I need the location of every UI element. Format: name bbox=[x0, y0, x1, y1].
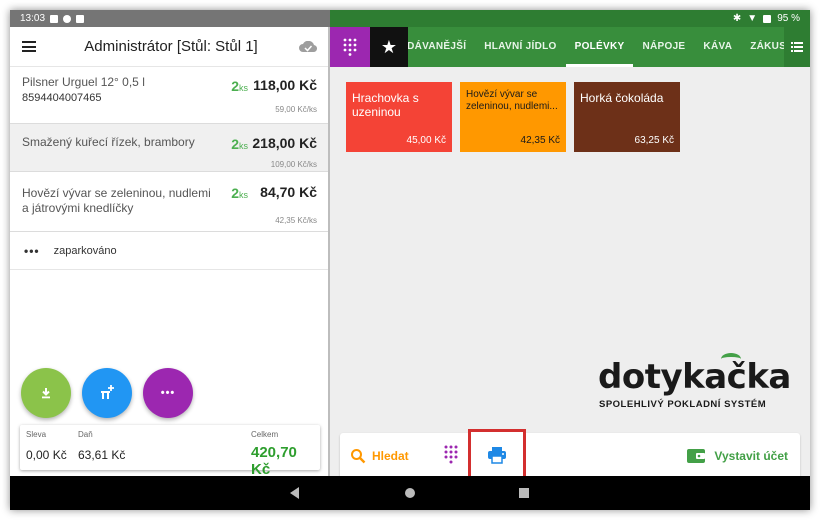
item-price: 118,00 Kč bbox=[253, 77, 317, 93]
status-bar-left: 13:03 bbox=[10, 10, 330, 27]
tab-kava[interactable]: KÁVA bbox=[694, 27, 741, 67]
order-title: Administrátor [Stůl: Stůl 1] bbox=[84, 38, 258, 55]
keypad-icon bbox=[444, 445, 458, 464]
print-button[interactable] bbox=[468, 429, 526, 481]
basket-notification-icon bbox=[76, 14, 85, 23]
brand-tagline: SPOLEHLIVÝ POKLADNÍ SYSTÉM bbox=[599, 399, 767, 410]
product-name: Hovězí vývar se zeleninou, nudlemi... bbox=[466, 89, 558, 112]
cloud-sync-icon[interactable] bbox=[298, 40, 318, 53]
tab-zakusky[interactable]: ZÁKUSKY bbox=[741, 27, 784, 67]
discount-label: Sleva bbox=[26, 430, 47, 439]
product-price: 45,00 Kč bbox=[406, 135, 446, 146]
app-window: 13:03 ✱ ▼ 95 % Administrátor [Stůl: Stůl… bbox=[10, 10, 810, 510]
item-name: Smažený kuřecí řízek, brambory bbox=[22, 135, 195, 149]
status-bar: 13:03 ✱ ▼ 95 % bbox=[10, 10, 810, 27]
item-quantity: 2ks bbox=[231, 185, 248, 201]
download-icon bbox=[42, 388, 50, 399]
total-value: 420,70 Kč bbox=[251, 444, 297, 478]
product-name: Hrachovka s uzeninou bbox=[352, 91, 419, 119]
brand-logo: dotykačka SPOLEHLIVÝ POKLADNÍ SYSTÉM bbox=[598, 353, 798, 410]
order-item[interactable]: Hovězí vývar se zeleninou, nudlemi a ját… bbox=[10, 172, 328, 232]
product-name: Horká čokoláda bbox=[580, 91, 664, 105]
more-icon: ••• bbox=[24, 243, 40, 258]
image-notification-icon bbox=[50, 14, 59, 23]
brand-name: dotykačka bbox=[598, 357, 791, 397]
menu-icon[interactable] bbox=[22, 41, 36, 52]
tax-label: Daň bbox=[78, 430, 93, 439]
product-tile[interactable]: Horká čokoláda 63,25 Kč bbox=[574, 82, 680, 152]
battery-level: 95 % bbox=[777, 13, 800, 24]
order-panel: Administrátor [Stůl: Stůl 1] Pilsner Urg… bbox=[10, 27, 330, 478]
favorites-star-button[interactable]: ★ bbox=[370, 27, 408, 67]
item-code: 8594404007465 bbox=[22, 92, 102, 104]
search-button[interactable]: Hledat bbox=[350, 443, 409, 469]
category-tabs: ODÁVANĚJŠÍHLAVNÍ JÍDLOPOLÉVKYNÁPOJEKÁVAZ… bbox=[408, 27, 784, 67]
logo-arc-icon bbox=[721, 353, 741, 365]
discount-column: Sleva 0,00 Kč bbox=[26, 430, 67, 462]
item-unit-price: 59,00 Kč/ks bbox=[275, 105, 317, 114]
keypad-icon bbox=[343, 38, 357, 56]
product-price: 63,25 Kč bbox=[634, 135, 674, 146]
order-header: Administrátor [Stůl: Stůl 1] bbox=[10, 27, 328, 67]
star-icon: ★ bbox=[380, 36, 398, 57]
status-time: 13:03 bbox=[20, 13, 46, 24]
action-bar: Hledat Vystavit účet bbox=[340, 429, 800, 481]
product-tile[interactable]: Hovězí vývar se zeleninou, nudlemi... 42… bbox=[460, 82, 566, 152]
product-price: 42,35 Kč bbox=[520, 135, 560, 146]
keypad-button[interactable] bbox=[330, 27, 370, 67]
total-label: Celkem bbox=[251, 430, 279, 439]
parked-row[interactable]: ••• zaparkováno bbox=[10, 232, 328, 270]
menu-panel: ★ ODÁVANĚJŠÍHLAVNÍ JÍDLOPOLÉVKYNÁPOJEKÁV… bbox=[330, 27, 810, 481]
tab-polevky[interactable]: POLÉVKY bbox=[565, 27, 634, 67]
battery-icon bbox=[763, 14, 772, 23]
order-item[interactable]: Smažený kuřecí řízek, brambory 2ks 218,0… bbox=[10, 124, 328, 172]
item-quantity: 2ks bbox=[231, 78, 248, 94]
item-quantity: 2ks bbox=[231, 136, 248, 152]
system-nav-bar bbox=[10, 476, 810, 510]
more-options-button[interactable]: ••• bbox=[143, 368, 193, 418]
location-icon bbox=[63, 14, 72, 23]
bluetooth-icon: ✱ bbox=[732, 13, 742, 24]
order-item[interactable]: Pilsner Urguel 12° 0,5 l 8594404007465 2… bbox=[10, 67, 328, 124]
wallet-icon bbox=[687, 449, 706, 463]
back-icon[interactable] bbox=[290, 487, 299, 499]
item-name: Hovězí vývar se zeleninou, nudlemi a ját… bbox=[22, 186, 211, 215]
keypad-shortcut-button[interactable] bbox=[444, 445, 458, 470]
tax-value: 63,61 Kč bbox=[78, 448, 126, 462]
tab-napoje[interactable]: NÁPOJE bbox=[633, 27, 694, 67]
issue-bill-label: Vystavit účet bbox=[714, 449, 788, 463]
search-label: Hledat bbox=[372, 449, 409, 463]
tab-hlavni-jidlo[interactable]: HLAVNÍ JÍDLO bbox=[475, 27, 565, 67]
item-price: 218,00 Kč bbox=[252, 135, 317, 151]
item-price: 84,70 Kč bbox=[260, 184, 317, 200]
category-bar: ★ ODÁVANĚJŠÍHLAVNÍ JÍDLOPOLÉVKYNÁPOJEKÁV… bbox=[330, 27, 810, 67]
search-icon bbox=[351, 449, 366, 464]
tax-column: Daň 63,61 Kč bbox=[78, 430, 125, 462]
issue-bill-button[interactable]: Vystavit účet bbox=[686, 443, 788, 469]
parked-label: zaparkováno bbox=[53, 244, 117, 257]
item-name: Pilsner Urguel 12° 0,5 l bbox=[22, 75, 145, 89]
table-add-icon bbox=[101, 385, 114, 399]
park-order-button[interactable] bbox=[21, 368, 71, 418]
more-dots-icon: ••• bbox=[160, 387, 176, 399]
home-icon[interactable] bbox=[405, 488, 415, 498]
item-unit-price: 109,00 Kč/ks bbox=[270, 160, 317, 169]
totals-card: Sleva 0,00 Kč Daň 63,61 Kč Celkem 420,70… bbox=[20, 425, 320, 478]
tab-nejprodavanejsi[interactable]: ODÁVANĚJŠÍ bbox=[408, 27, 475, 67]
category-list-button[interactable] bbox=[784, 27, 810, 67]
wifi-icon: ▼ bbox=[747, 13, 758, 24]
recent-apps-icon[interactable] bbox=[519, 488, 529, 498]
item-unit-price: 42,35 Kč/ks bbox=[275, 216, 317, 225]
add-table-button[interactable] bbox=[82, 368, 132, 418]
product-tile[interactable]: Hrachovka s uzeninou 45,00 Kč bbox=[346, 82, 452, 152]
status-bar-right: ✱ ▼ 95 % bbox=[330, 10, 810, 27]
discount-value: 0,00 Kč bbox=[26, 448, 67, 462]
list-icon bbox=[791, 42, 803, 52]
printer-icon bbox=[488, 447, 506, 464]
total-column: Celkem 420,70 Kč bbox=[251, 430, 320, 478]
